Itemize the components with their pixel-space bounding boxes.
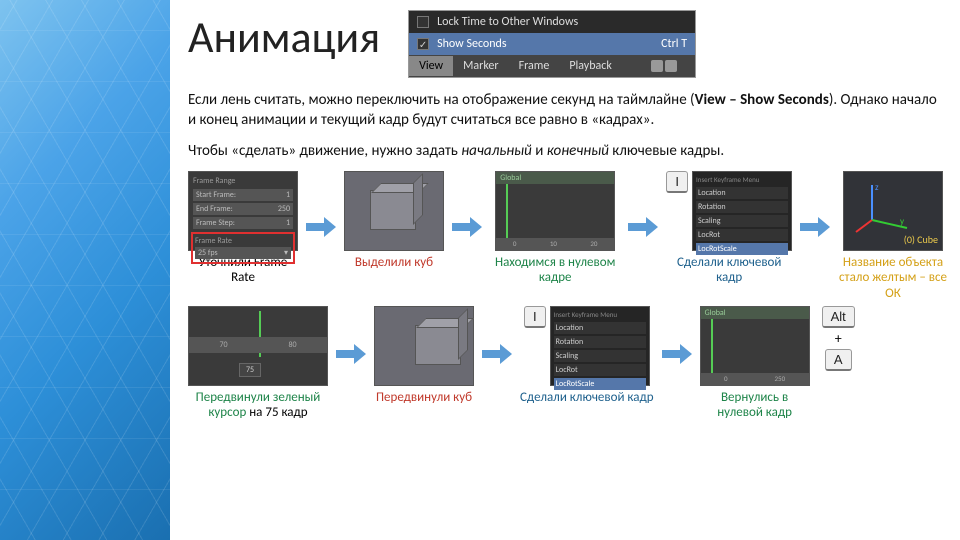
thumb-cube-moved — [374, 306, 474, 386]
arrow-icon — [304, 215, 338, 239]
thumb-timeline-zero: Global 01020 — [495, 171, 615, 251]
thumb-cube-selected — [344, 171, 444, 251]
thumb-keyframe-menu: Insert Keyframe Menu Location Rotation S… — [692, 171, 792, 251]
key-alt: Alt — [822, 306, 855, 328]
arrow-icon — [660, 342, 694, 366]
steps-row-1: Frame Range Start Frame:1 End Frame:250 … — [188, 171, 948, 302]
paragraph-1: Если лень считать, можно переключить на … — [188, 90, 948, 131]
thumb-keyframe-menu: Insert Keyframe Menu Location Rotation S… — [550, 306, 650, 386]
menu-item-show-seconds: ✓Show Seconds Ctrl T — [409, 33, 695, 55]
thumb-timeline-75: 7080 75 — [188, 306, 328, 386]
arrow-icon — [798, 215, 832, 239]
key-i: I — [666, 171, 688, 193]
menu-item-lock: Lock Time to Other Windows — [409, 11, 695, 33]
arrow-icon — [334, 342, 368, 366]
steps-row-2: 7080 75 Передвинули зеленый курсор на 75… — [188, 306, 948, 421]
shortcut-alt-a: Alt + A — [822, 306, 855, 371]
caption: Сделали ключевой кадр — [520, 390, 654, 406]
key-i: I — [524, 306, 546, 328]
thumb-axes: z y (0) Cube — [843, 171, 943, 251]
page-title: Анимация — [188, 10, 380, 64]
key-a: A — [825, 349, 852, 371]
thumb-timeline-return: Global 0250 — [700, 306, 810, 386]
arrow-icon — [480, 342, 514, 366]
menu-bar: ViewMarker FramePlayback — [409, 55, 695, 77]
view-menu-screenshot: Lock Time to Other Windows ✓Show Seconds… — [408, 10, 696, 78]
svg-text:y: y — [900, 216, 905, 227]
slide-content: Анимация Lock Time to Other Windows ✓Sho… — [170, 0, 960, 540]
caption: Вернулись в нулевой кадр — [705, 390, 805, 421]
caption: Название объекта стало желтым – все ОК — [838, 255, 948, 302]
paragraph-2: Чтобы «сделать» движение, нужно задать н… — [188, 141, 948, 161]
caption: Передвинули зеленый курсор на 75 кадр — [188, 390, 328, 421]
thumb-frame-props: Frame Range Start Frame:1 End Frame:250 … — [188, 171, 298, 251]
caption: Находимся в нулевом кадре — [490, 255, 620, 286]
svg-text:z: z — [875, 182, 879, 193]
arrow-icon — [626, 215, 660, 239]
caption: Выделили куб — [355, 255, 433, 271]
decorative-sidebar — [0, 0, 170, 540]
caption: Передвинули куб — [376, 390, 472, 406]
caption: Сделали ключевой кадр — [666, 255, 792, 286]
arrow-icon — [450, 215, 484, 239]
